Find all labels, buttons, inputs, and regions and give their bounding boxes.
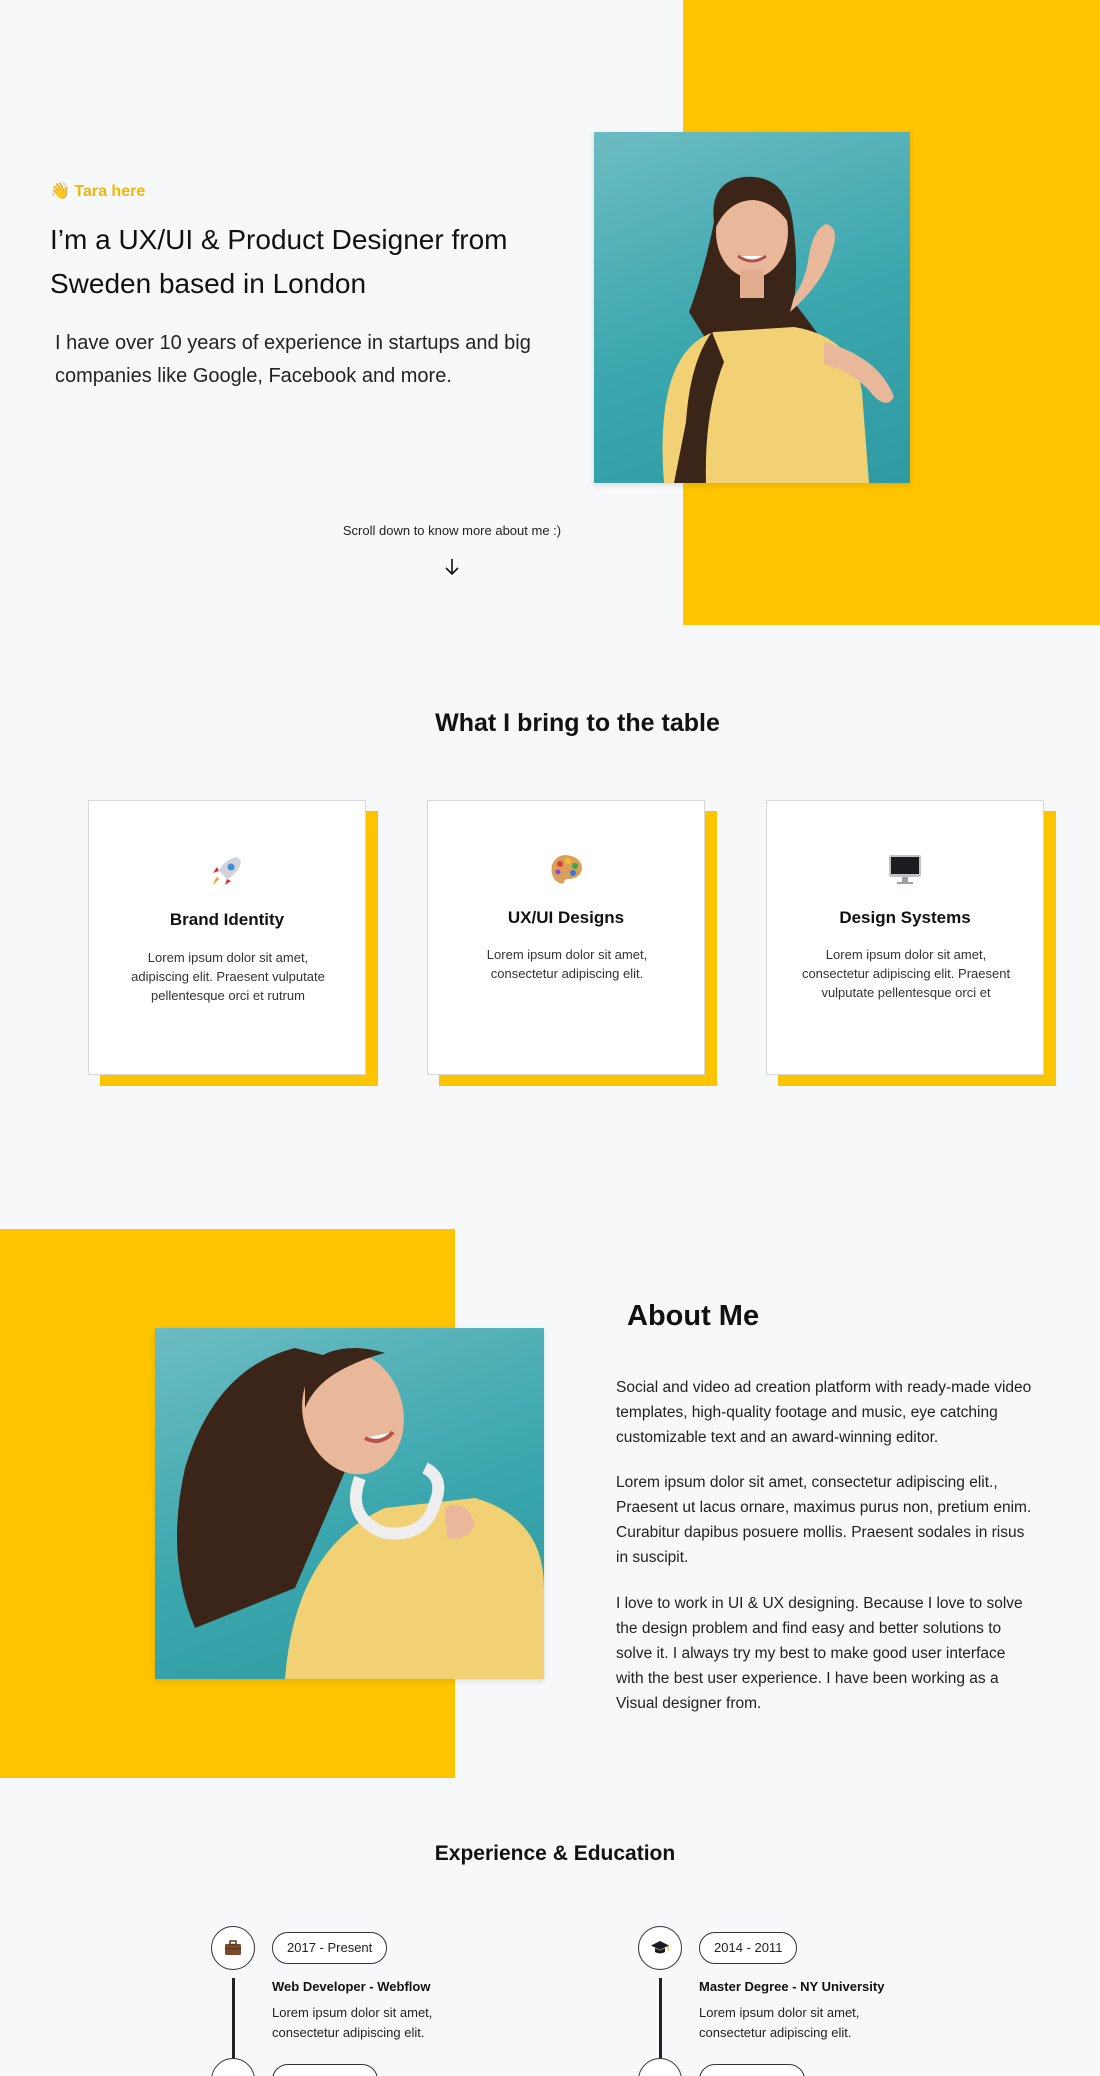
card-text: Lorem ipsum dolor sit amet, consectetur … xyxy=(486,947,648,981)
timeline-item: 2014 - 2011 Master Degree - NY Universit… xyxy=(638,1926,1058,2076)
card-text: Lorem ipsum dolor sit amet, adipiscing e… xyxy=(131,950,325,1003)
card-body: UX/UI Designs Lorem ipsum dolor sit amet… xyxy=(427,800,705,1075)
timeline-description: Lorem ipsum dolor sit amet, consectetur … xyxy=(699,2005,860,2040)
card-title: UX/UI Designs xyxy=(507,908,625,927)
timeline-description: Lorem ipsum dolor sit amet, consectetur … xyxy=(272,2005,433,2040)
period-badge-next xyxy=(699,2064,805,2076)
period-badge: 2017 - Present xyxy=(272,1932,388,1964)
graduation-cap-icon xyxy=(638,1926,682,1970)
portrait-illustration xyxy=(177,1348,544,1679)
timeline-role: Master Degree - NY University xyxy=(699,1979,885,1994)
hero-intro: I have over 10 years of experience in st… xyxy=(55,332,531,387)
timeline-line xyxy=(232,1978,235,2060)
service-card: UX/UI Designs Lorem ipsum dolor sit amet… xyxy=(427,800,717,1086)
service-card: Brand Identity Lorem ipsum dolor sit ame… xyxy=(88,800,378,1086)
briefcase-icon xyxy=(211,1926,255,1970)
period-badge: 2014 - 2011 xyxy=(699,1932,798,1964)
palette-icon xyxy=(428,849,704,889)
about-photo xyxy=(155,1328,544,1679)
experience-title: Experience & Education xyxy=(434,1842,676,1865)
service-card: Design Systems Lorem ipsum dolor sit ame… xyxy=(766,800,1056,1086)
timeline-next-icon xyxy=(211,2058,255,2076)
arrow-down-icon[interactable] xyxy=(440,555,464,579)
card-text: Lorem ipsum dolor sit amet, consectetur … xyxy=(801,947,1011,1000)
about-paragraph: I love to work in UI & UX designing. Bec… xyxy=(616,1595,1023,1712)
services-title: What I bring to the table xyxy=(435,709,720,737)
card-body: Design Systems Lorem ipsum dolor sit ame… xyxy=(766,800,1044,1075)
about-title: About Me xyxy=(627,1300,760,1332)
timeline-item: 2017 - Present Web Developer - Webflow L… xyxy=(211,1926,631,2076)
card-title: Brand Identity xyxy=(169,910,285,929)
about-paragraph: Social and video ad creation platform wi… xyxy=(616,1379,1032,1446)
card-body: Brand Identity Lorem ipsum dolor sit ame… xyxy=(88,800,366,1075)
period-badge-next xyxy=(272,2064,378,2076)
desktop-computer-icon xyxy=(767,849,1043,889)
about-paragraph: Lorem ipsum dolor sit amet, consectetur … xyxy=(616,1474,1032,1566)
hero-headline: I’m a UX/UI & Product Designer from Swed… xyxy=(50,224,508,299)
timeline-role: Web Developer - Webflow xyxy=(272,1979,431,1994)
timeline-next-icon xyxy=(638,2058,682,2076)
greeting: 👋 Tara here xyxy=(50,183,146,200)
timeline-line xyxy=(659,1978,662,2060)
rocket-icon xyxy=(89,851,365,891)
portrait-illustration xyxy=(662,176,894,483)
card-title: Design Systems xyxy=(839,908,971,927)
scroll-hint: Scroll down to know more about me :) xyxy=(342,523,562,538)
hero-photo xyxy=(594,132,910,483)
